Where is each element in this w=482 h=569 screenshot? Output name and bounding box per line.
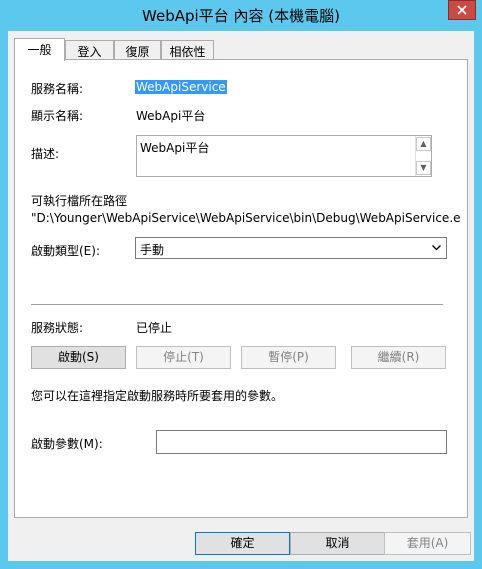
cancel-button[interactable]: 取消 bbox=[290, 532, 385, 555]
apply-button[interactable]: 套用(A) bbox=[384, 532, 471, 555]
tab-recovery[interactable]: 復原 bbox=[114, 40, 161, 60]
description-value: WebApi平台 bbox=[140, 141, 210, 155]
display-name-label: 顯示名稱: bbox=[31, 109, 84, 123]
start-params-hint: 您可以在這裡指定啟動服務時所要套用的參數。 bbox=[31, 389, 284, 403]
service-name-value[interactable]: WebApiService bbox=[135, 80, 227, 94]
close-icon bbox=[457, 5, 467, 15]
title-bar[interactable]: WebApi平台 內容 (本機電腦) bbox=[0, 0, 482, 30]
start-params-label: 啟動參數(M): bbox=[31, 437, 103, 451]
service-name-label: 服務名稱: bbox=[31, 82, 84, 96]
service-status-label: 服務狀態: bbox=[31, 321, 84, 335]
start-service-button[interactable]: 啟動(S) bbox=[31, 346, 126, 369]
pause-service-button[interactable]: 暫停(P) bbox=[241, 346, 336, 369]
stop-service-button[interactable]: 停止(T) bbox=[136, 346, 231, 369]
dialog-button-bar: 確定 取消 套用(A) bbox=[8, 518, 474, 561]
window-title: WebApi平台 內容 (本機電腦) bbox=[142, 7, 340, 25]
display-name-value[interactable]: WebApi平台 bbox=[136, 107, 205, 124]
tab-dependencies[interactable]: 相依性 bbox=[161, 40, 214, 60]
scroll-up-icon[interactable]: ▲ bbox=[416, 137, 431, 151]
start-params-input[interactable] bbox=[156, 430, 447, 454]
chevron-down-icon bbox=[432, 245, 441, 251]
service-status-value: 已停止 bbox=[136, 321, 173, 335]
dialog-client-area: 一般 登入 復原 相依性 服務名稱: WebApiService 顯示名稱: W… bbox=[8, 31, 474, 561]
resume-service-button[interactable]: 繼續(R) bbox=[351, 346, 446, 369]
description-box[interactable]: WebApi平台 ▲ ▼ bbox=[136, 135, 432, 177]
exec-path-value[interactable]: "D:\Younger\WebApiService\WebApiService\… bbox=[31, 211, 467, 225]
tab-general[interactable]: 一般 bbox=[14, 38, 65, 61]
tab-logon[interactable]: 登入 bbox=[65, 40, 114, 60]
ok-button[interactable]: 確定 bbox=[195, 532, 290, 555]
scroll-down-icon[interactable]: ▼ bbox=[416, 161, 431, 175]
exec-path-label: 可執行檔所在路徑 bbox=[31, 194, 128, 208]
close-button[interactable] bbox=[448, 0, 476, 20]
startup-type-value: 手動 bbox=[140, 243, 165, 257]
description-label: 描述: bbox=[31, 147, 60, 161]
description-scrollbar[interactable]: ▲ ▼ bbox=[415, 136, 431, 176]
window-frame: WebApi平台 內容 (本機電腦) 一般 登入 復原 相依性 服務名稱: We… bbox=[0, 0, 482, 569]
startup-type-label: 啟動類型(E): bbox=[31, 244, 100, 258]
startup-type-select[interactable]: 手動 bbox=[135, 237, 447, 259]
general-panel: 服務名稱: WebApiService 顯示名稱: WebApi平台 描述: W… bbox=[14, 59, 468, 518]
section-separator bbox=[31, 304, 443, 305]
